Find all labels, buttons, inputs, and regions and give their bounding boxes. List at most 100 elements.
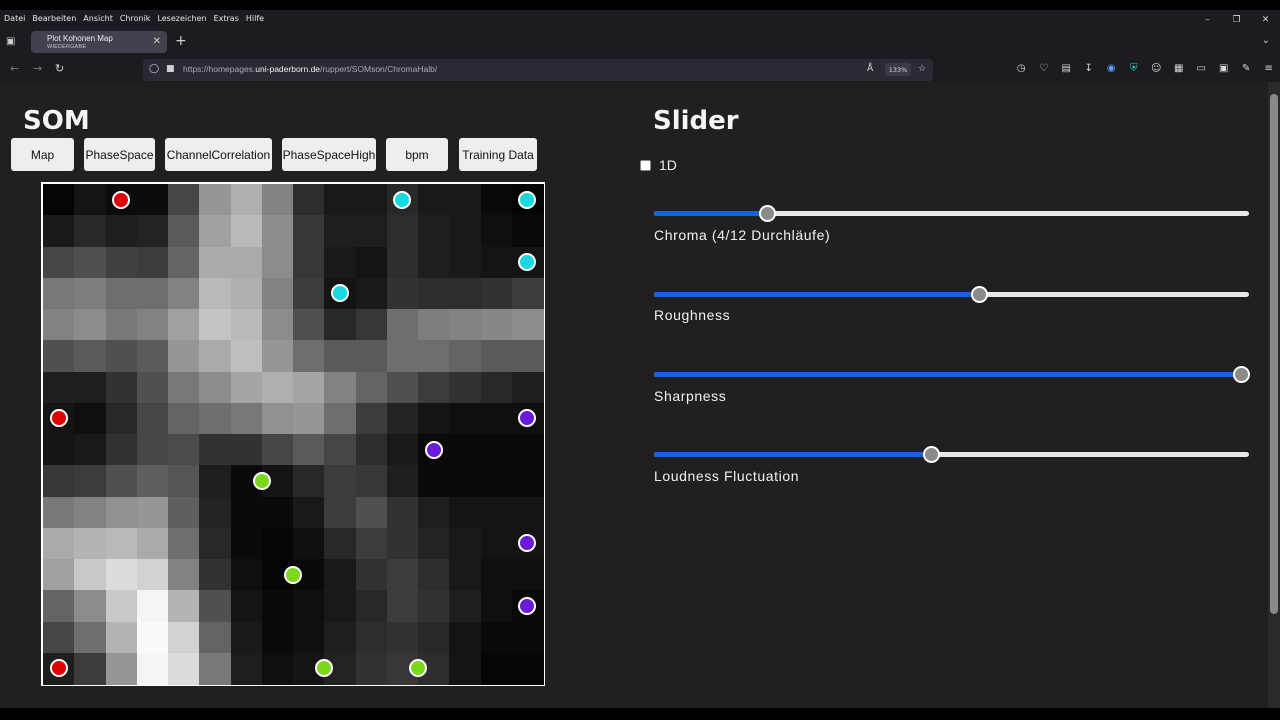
som-node[interactable] [49,659,68,678]
tab-subtitle: WIEDERGABE [47,44,87,50]
som-cell [449,527,481,560]
som-cell [418,371,450,404]
phasespace-button[interactable]: PhaseSpace [84,138,155,171]
som-cell [74,340,106,372]
extension-face-icon[interactable]: ☺ [1145,63,1168,77]
som-cell [355,309,388,341]
som-cell [230,215,263,247]
extension-grid-icon[interactable]: ▦ [1168,63,1191,77]
sharpness-slider-thumb[interactable] [1232,366,1250,383]
reload-icon[interactable]: ↻ [55,62,64,75]
forward-icon[interactable]: → [33,62,42,75]
som-cell [105,465,138,497]
som-node[interactable] [284,565,302,584]
reader-icon[interactable]: ▤ [1055,63,1078,77]
download-icon[interactable]: ↧ [1078,63,1101,77]
som-cell [449,402,481,435]
bpm-button[interactable]: bpm [386,138,448,171]
som-cell [324,527,356,560]
extensions-icon[interactable]: ✎ [1235,63,1258,77]
som-cell [199,590,231,622]
tab-active[interactable]: Plot Kohonen Map WIEDERGABE ✕ [31,31,167,53]
translate-icon[interactable]: Å [867,64,873,74]
menu-ansicht[interactable]: Ansicht [83,14,113,23]
chroma-slider[interactable] [654,205,1249,222]
som-node[interactable] [424,440,443,459]
tab-close-icon[interactable]: ✕ [153,36,161,47]
sharpness-slider[interactable] [654,366,1250,383]
som-node[interactable] [252,471,271,490]
som-cell [449,277,481,310]
loudness-fluctuation-slider[interactable] [654,446,1249,463]
som-node[interactable] [112,190,131,209]
som-cell [511,559,544,591]
url-prefix: https://homepages. [183,64,256,74]
roughness-slider-thumb[interactable] [970,286,988,303]
extension-shield-icon[interactable]: ⛨ [1123,63,1146,77]
url-text[interactable]: https://homepages.uni-paderborn.de/ruppe… [183,64,437,74]
roughness-slider[interactable] [654,286,1249,303]
som-cell [293,340,325,372]
library-icon[interactable]: ▭ [1190,63,1213,77]
som-cell [105,215,138,247]
som-cell [168,402,200,435]
zoom-badge[interactable]: 133% [885,63,911,76]
som-node[interactable] [49,409,68,428]
menu-lesezeichen[interactable]: Lesezeichen [157,14,206,23]
star-icon[interactable]: ☆ [918,64,926,74]
som-node[interactable] [393,190,412,209]
1d-checkbox[interactable] [640,160,651,171]
som-cell [418,402,450,435]
som-cell [230,496,263,529]
extension-lock-icon[interactable]: ▣ [1213,63,1236,77]
url-path: /ruppert/SOMson/ChromaHalb/ [320,64,438,74]
chroma-slider-thumb[interactable] [759,205,777,222]
url-bar[interactable]: ◯ ■ https://homepages.uni-paderborn.de/r… [143,59,933,81]
som-node[interactable] [518,190,537,209]
som-cell [230,246,263,279]
menu-chronik[interactable]: Chronik [120,14,151,23]
1d-checkbox-label: 1D [659,157,677,173]
loudness-fluctuation-slider-thumb[interactable] [922,446,940,463]
som-cell [355,590,388,622]
training-data-button[interactable]: Training Data [459,138,537,171]
tab-list-icon[interactable]: ▣ [6,36,18,47]
phasespace-high-button[interactable]: PhaseSpaceHigh [282,138,376,171]
som-map[interactable] [41,182,545,686]
menu-icon[interactable]: ≡ [1258,63,1280,77]
som-cell [199,402,231,435]
channel-correlation-button[interactable]: ChannelCorrelation [165,138,272,171]
new-tab-icon[interactable]: + [175,33,187,49]
menu-extras[interactable]: Extras [214,14,239,23]
restore-icon[interactable]: ❐ [1222,10,1251,30]
extension-blue-icon[interactable]: ◉ [1100,63,1123,77]
som-cell [136,340,169,372]
som-cell [199,652,231,685]
menu-datei[interactable]: Datei [4,14,25,23]
menu-hilfe[interactable]: Hilfe [246,14,264,23]
pocket-icon[interactable]: ♡ [1033,63,1056,77]
som-cell [199,215,231,247]
som-cell [418,340,450,372]
som-cell [511,309,544,341]
history-icon[interactable]: ◷ [1010,63,1033,77]
som-cell [293,309,325,341]
menu-bearbeiten[interactable]: Bearbeiten [32,14,76,23]
som-cell [230,309,263,341]
som-cell [355,652,388,685]
som-cell [43,309,75,341]
som-cell [324,621,356,654]
som-cell [293,621,325,654]
scrollbar-thumb[interactable] [1270,94,1278,614]
som-cell [230,559,263,591]
shield-icon[interactable]: ◯ [149,64,159,74]
close-window-icon[interactable]: ✕ [1251,10,1280,30]
back-icon[interactable]: ← [10,62,19,75]
browser-chrome: Datei Bearbeiten Ansicht Chronik Lesezei… [0,0,1280,82]
map-button[interactable]: Map [11,138,74,171]
minimize-icon[interactable]: – [1193,10,1222,30]
lock-icon[interactable]: ■ [166,64,175,74]
chevron-down-icon[interactable]: ⌄ [1262,35,1270,46]
som-cells [43,184,544,685]
som-cell [168,309,200,341]
